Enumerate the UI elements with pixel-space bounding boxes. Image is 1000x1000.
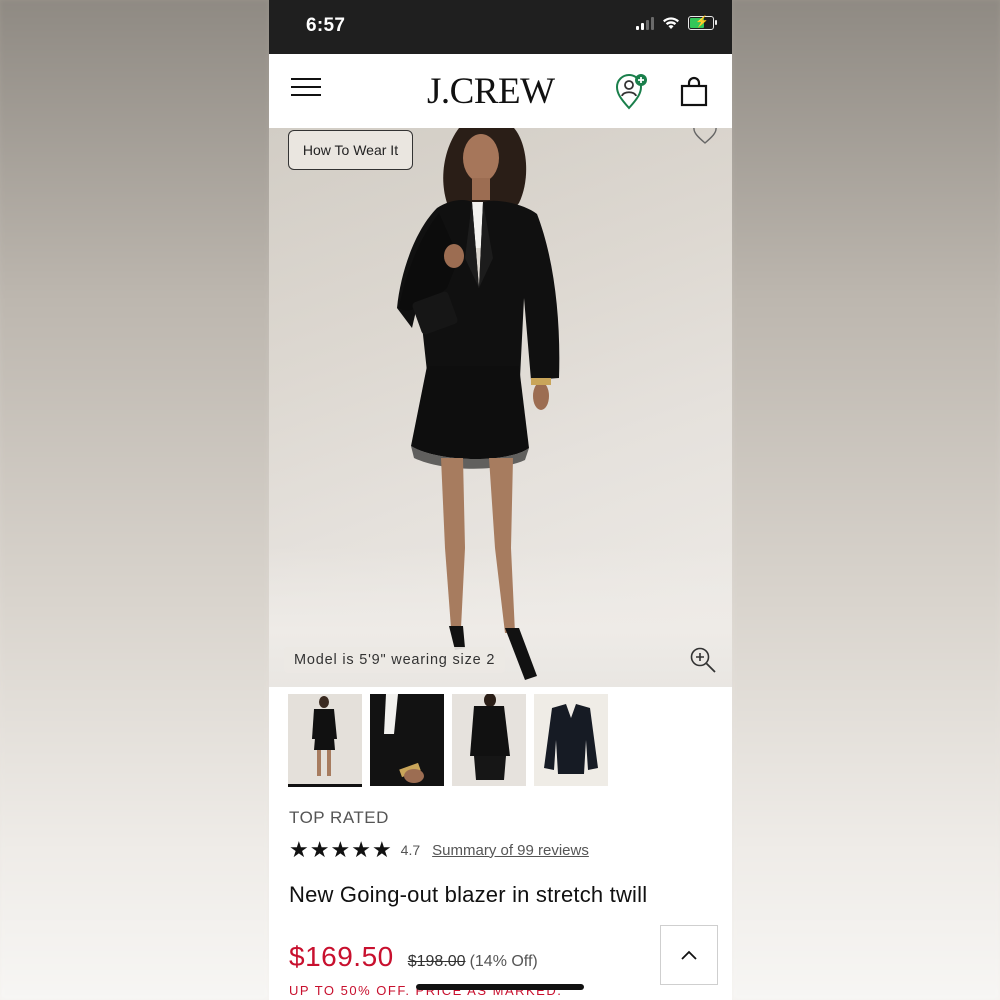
thumbnail-full-look[interactable] [288,694,362,787]
model-figure [397,128,560,680]
thumbnail-hand-detail[interactable] [370,694,444,786]
background-left [0,0,269,1000]
rating-value: 4.7 [400,842,421,858]
star-icon: ★ [371,837,392,862]
battery-charging-icon: ⚡ [688,16,717,30]
status-icons: ⚡ [636,16,717,30]
shopping-bag-icon[interactable] [679,76,709,108]
phone-screen: 6:57 ⚡ J.CREW How To Wear It Model is 5'… [269,0,732,1000]
thumbnail-flat-lay[interactable] [534,694,608,786]
product-hero-image[interactable]: How To Wear It Model is 5'9" wearing siz… [269,128,732,687]
how-to-wear-it-button[interactable]: How To Wear It [288,130,413,170]
reviews-summary-link[interactable]: Summary of 99 reviews [432,842,589,859]
app-header: J.CREW [269,54,732,128]
chevron-up-icon [681,950,697,960]
star-icon: ★ [289,837,309,862]
price-row: $169.50 $198.00 (14% Off) [289,941,538,973]
wifi-icon [663,17,679,29]
background-right [732,0,1000,1000]
heart-icon[interactable] [692,128,718,146]
discount-percent: (14% Off) [469,953,538,970]
star-icon: ★ [309,837,330,862]
brand-logo[interactable]: J.CREW [427,70,555,113]
product-title: New Going-out blazer in stretch twill [289,882,648,907]
status-bar: 6:57 ⚡ [269,0,732,54]
back-to-top-button[interactable] [660,925,718,985]
cellular-signal-icon [636,16,654,30]
status-time: 6:57 [306,15,346,36]
top-rated-badge: TOP RATED [289,808,389,827]
home-indicator[interactable] [416,984,584,990]
hamburger-menu-icon[interactable] [291,78,321,100]
zoom-in-icon[interactable] [689,646,717,674]
star-icon: ★ [351,837,371,862]
star-icon: ★ [330,837,351,862]
thumbnail-strip [288,694,608,787]
rating-row: ★ ★ ★ ★ ★ 4.7 Summary of 99 reviews [289,839,589,861]
model-size-caption: Model is 5'9" wearing size 2 [284,647,506,673]
star-rating: ★ ★ ★ ★ ★ [289,839,392,861]
thumbnail-side-view[interactable] [452,694,526,786]
original-price: $198.00 [407,953,466,970]
account-location-icon[interactable] [614,72,650,112]
sale-price: $169.50 [289,941,394,972]
